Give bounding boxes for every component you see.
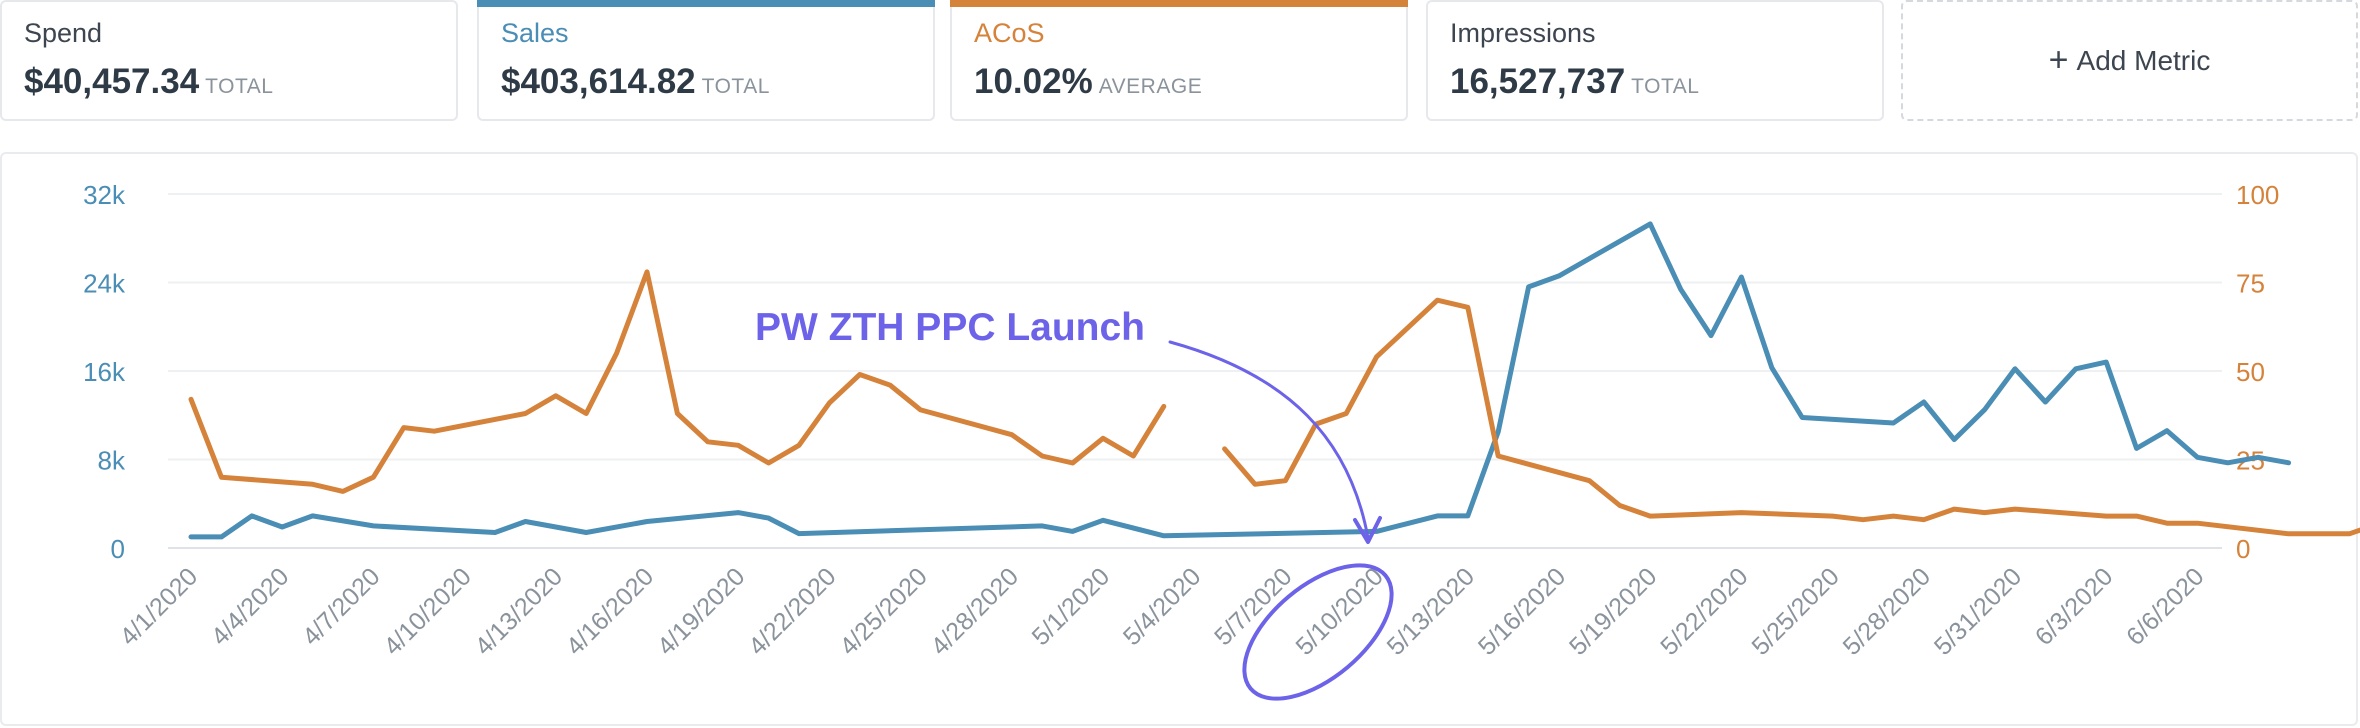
x-axis-tick-label: 4/1/2020	[115, 562, 204, 651]
annotation-label: PW ZTH PPC Launch	[755, 306, 1145, 349]
right-axis-tick-label: 75	[2236, 269, 2265, 299]
x-axis-tick-label: 5/1/2020	[1027, 562, 1116, 651]
x-axis-tick-label: 5/28/2020	[1838, 562, 1936, 660]
x-axis-tick-label: 4/28/2020	[926, 562, 1024, 660]
x-axis-tick-label: 4/22/2020	[743, 562, 841, 660]
x-axis-tick-label: 5/10/2020	[1290, 562, 1388, 660]
x-axis-tick-label: 4/7/2020	[297, 562, 386, 651]
series-line-acos	[188, 269, 1167, 494]
x-axis-tick-label: 4/13/2020	[470, 562, 568, 660]
right-axis-tick-label: 100	[2236, 180, 2279, 210]
x-axis-tick-label: 4/25/2020	[834, 562, 932, 660]
x-axis-tick-label: 4/16/2020	[561, 562, 659, 660]
x-axis-tick-label: 6/3/2020	[2030, 562, 2119, 651]
x-axis-tick-label: 5/4/2020	[1118, 562, 1207, 651]
series-line-acos	[1222, 297, 2360, 537]
x-axis-tick-label: 5/25/2020	[1746, 562, 1844, 660]
x-axis-tick-label: 5/16/2020	[1473, 562, 1571, 660]
left-axis-tick-label: 16k	[83, 357, 126, 387]
right-axis-ticks: 0255075100	[2236, 180, 2279, 564]
x-axis-tick-label: 4/19/2020	[652, 562, 750, 660]
x-axis-tick-label: 5/13/2020	[1382, 562, 1480, 660]
x-axis-tick-label: 4/10/2020	[378, 562, 476, 660]
left-axis-tick-label: 0	[111, 534, 125, 564]
series-lines	[188, 221, 2360, 540]
left-axis-ticks: 0 8k 16k 24k 32k	[83, 180, 126, 564]
left-axis-tick-label: 8k	[98, 446, 126, 476]
right-axis-tick-label: 0	[2236, 534, 2250, 564]
series-line-sales	[188, 221, 2292, 540]
x-axis-tick-label: 5/22/2020	[1655, 562, 1753, 660]
left-axis-tick-label: 24k	[83, 269, 126, 299]
left-axis-tick-label: 32k	[83, 180, 126, 210]
x-axis-ticks: 4/1/2020 4/4/2020 4/7/20204/10/20204/13/20…	[115, 562, 2210, 660]
x-axis-tick-label: 5/31/2020	[1929, 562, 2027, 660]
right-axis-tick-label: 50	[2236, 357, 2265, 387]
x-axis-tick-label: 6/6/2020	[2121, 562, 2210, 651]
line-chart: 08k16k24k32k 0255075100 4/1/2020 4/4/2020…	[83, 180, 2360, 701]
grid-lines	[168, 193, 2222, 549]
x-axis-tick-label: 4/4/2020	[206, 562, 295, 651]
x-axis-tick-label: 5/19/2020	[1564, 562, 1662, 660]
